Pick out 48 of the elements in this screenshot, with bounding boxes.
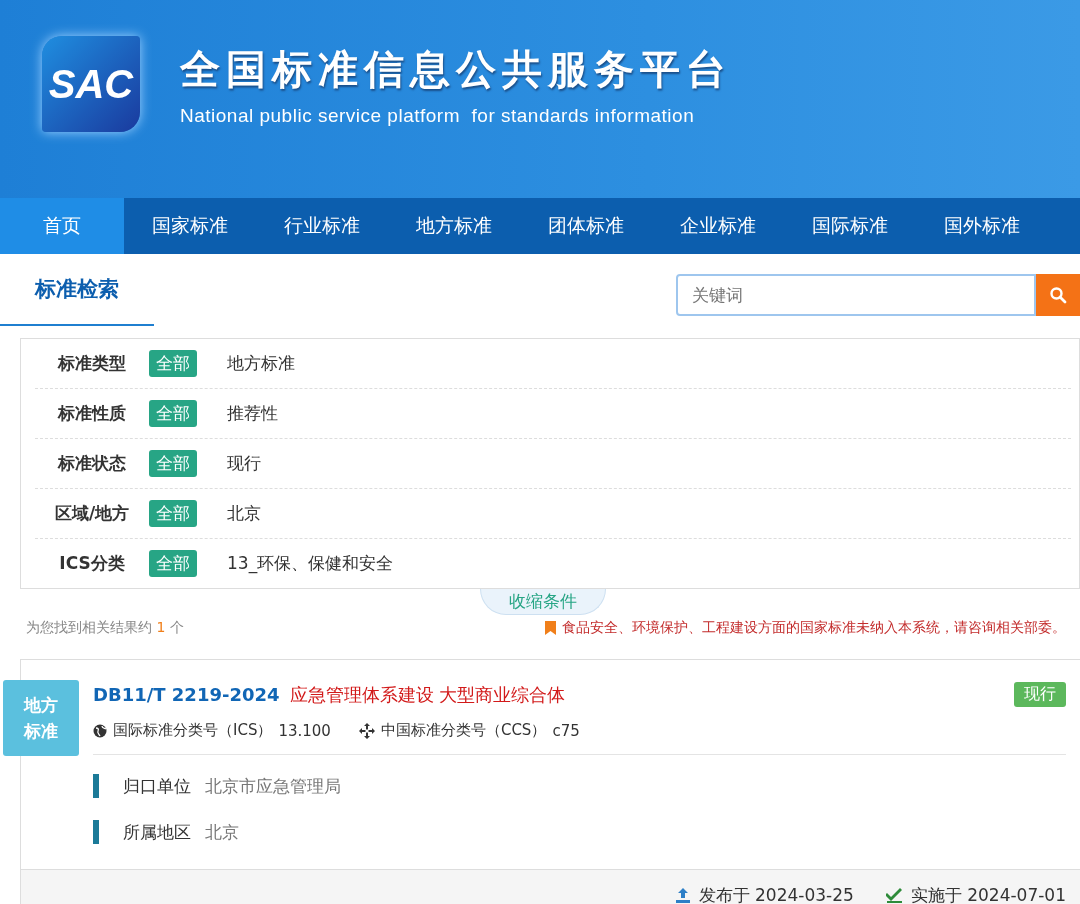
detail-value: 北京 xyxy=(205,820,239,844)
site-subtitle: National public service platform for standards information xyxy=(180,104,696,127)
sac-logo: SAC xyxy=(42,36,140,132)
detail-label: 归口单位 xyxy=(123,774,191,798)
detail-value: 北京市应急管理局 xyxy=(205,774,341,798)
notice-text: 食品安全、环境保护、工程建设方面的国家标准未纳入本系统，请咨询相关部委。 xyxy=(562,619,1066,637)
standard-code-link[interactable]: DB11/T 2219-2024 xyxy=(93,684,280,705)
globe-icon xyxy=(93,723,107,738)
search-field[interactable]: 关键词 xyxy=(676,274,1036,316)
nav-tab[interactable]: 国际标准 xyxy=(784,198,916,254)
site-title: 全国标准信息公共服务平台 xyxy=(180,44,732,94)
result-count: 为您找到相关结果约 1 个 xyxy=(26,619,184,637)
ccs-label: 中国标准分类号（CCS） xyxy=(380,721,547,740)
bookmark-icon xyxy=(545,621,556,635)
search-button[interactable] xyxy=(1036,274,1080,316)
filter-label: 标准性质 xyxy=(56,402,127,425)
nav-tab[interactable]: 首页 xyxy=(0,198,124,254)
filter-value[interactable]: 13_环保、保健和安全 xyxy=(227,552,394,575)
filter-value[interactable]: 地方标准 xyxy=(227,352,295,375)
filter-value[interactable]: 现行 xyxy=(227,452,261,475)
search-icon xyxy=(1049,286,1067,304)
filter-label: 标准类型 xyxy=(56,352,127,375)
status-badge: 现行 xyxy=(1014,682,1066,707)
nav-tab[interactable]: 企业标准 xyxy=(652,198,784,254)
ccs-code: c75 xyxy=(552,721,580,740)
nav-tab[interactable]: 团体标准 xyxy=(520,198,652,254)
effective-date: 实施于 2024-07-01 xyxy=(910,883,1066,904)
filter-label: 标准状态 xyxy=(56,452,127,475)
upload-icon xyxy=(674,887,691,903)
filter-value[interactable]: 北京 xyxy=(227,502,261,525)
filter-label: 区域/地方 xyxy=(53,502,131,525)
crosshair-icon xyxy=(358,722,375,739)
standard-title-link[interactable]: 应急管理体系建设 大型商业综合体 xyxy=(289,682,566,707)
detail-label: 所属地区 xyxy=(123,820,191,844)
filter-label: ICS分类 xyxy=(58,552,126,575)
section-tab[interactable]: 标准检索 xyxy=(0,254,154,326)
ics-code: 13.100 xyxy=(278,721,331,740)
checkmark-icon xyxy=(885,887,903,903)
accent-bar xyxy=(93,774,99,798)
nav-tab[interactable]: 国外标准 xyxy=(916,198,1048,254)
publish-date: 发布于 2024-03-25 xyxy=(698,883,854,904)
accent-bar xyxy=(93,820,99,844)
filter-value[interactable]: 推荐性 xyxy=(227,402,278,425)
nav-tab[interactable]: 地方标准 xyxy=(388,198,520,254)
type-badge: 地方标准 xyxy=(3,680,79,756)
nav-tab[interactable]: 国家标准 xyxy=(124,198,256,254)
ics-label: 国际标准分类号（ICS） xyxy=(113,721,273,740)
nav-tab[interactable]: 行业标准 xyxy=(256,198,388,254)
